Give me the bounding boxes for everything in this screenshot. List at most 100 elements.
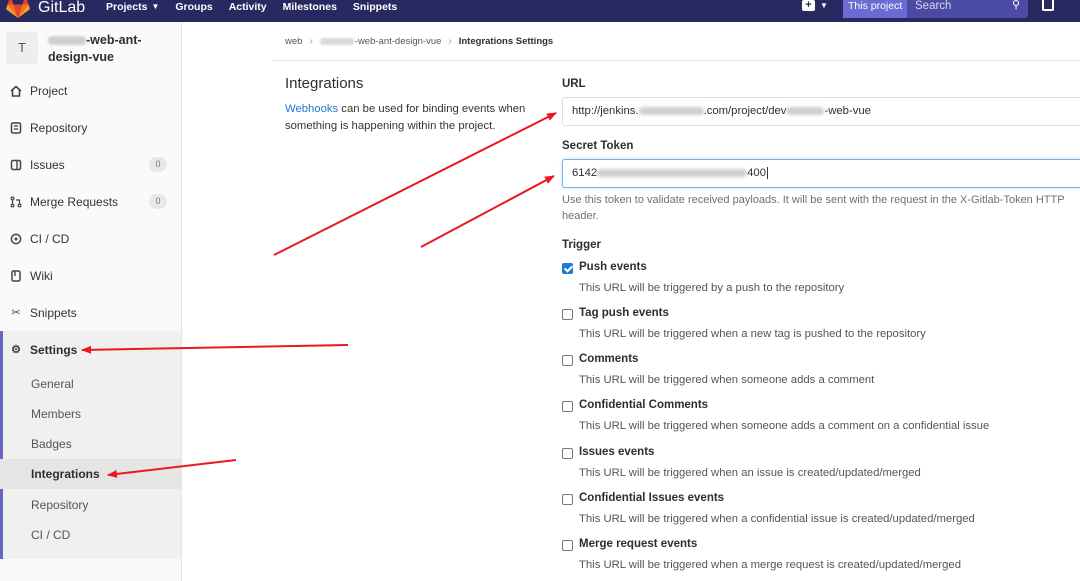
sidebar-sub-general[interactable]: General xyxy=(0,369,181,399)
book-icon xyxy=(10,121,22,134)
sidebar-item-label: Merge Requests xyxy=(30,194,119,209)
sidebar-item-issues[interactable]: Issues 0 xyxy=(0,146,181,183)
sidebar-sub-badges[interactable]: Badges xyxy=(0,429,181,459)
trigger-description: This URL will be triggered when a merge … xyxy=(579,559,961,571)
secret-token-help: Use this token to validate received payl… xyxy=(562,194,1065,222)
push-events-checkbox[interactable] xyxy=(562,263,573,274)
sidebar-item-settings[interactable]: ⚙ Settings xyxy=(0,331,181,368)
trigger-name[interactable]: Push events xyxy=(579,261,647,273)
trigger-description: This URL will be triggered by a push to … xyxy=(579,282,845,294)
breadcrumb-divider xyxy=(273,60,1080,61)
url-input[interactable]: http://jenkins. .com/project/dev -web-vue xyxy=(562,97,1080,126)
url-value-mid: .com/project/dev xyxy=(703,105,787,117)
gear-icon: ⚙ xyxy=(11,344,21,356)
trigger-name[interactable]: Comments xyxy=(579,353,638,365)
main-nav: Projects ▼ Groups Activity Milestones Sni… xyxy=(106,0,413,14)
secret-token-input[interactable]: 6142 400 xyxy=(562,159,1080,188)
confidential-comments-checkbox[interactable] xyxy=(562,401,573,412)
url-value-prefix: http://jenkins. xyxy=(572,105,639,117)
chevron-right-icon: › xyxy=(309,36,313,47)
sidebar-sub-members[interactable]: Members xyxy=(0,399,181,429)
url-label: URL xyxy=(562,78,586,90)
secret-token-label: Secret Token xyxy=(562,140,634,152)
sidebar-sub-repository[interactable]: Repository xyxy=(0,490,181,520)
sidebar-project-header[interactable]: T -web-ant- design-vue xyxy=(0,22,181,72)
trigger-description: This URL will be triggered when a confid… xyxy=(579,513,975,525)
trigger-heading: Trigger xyxy=(562,239,601,251)
issues-icon xyxy=(10,159,22,171)
sidebar-item-label: Issues xyxy=(30,157,65,172)
scissors-icon: ✂ xyxy=(11,307,21,319)
plus-icon: + xyxy=(802,0,815,11)
confidential-issues-events-checkbox[interactable] xyxy=(562,494,573,505)
sidebar-item-label: Project xyxy=(30,83,68,98)
trigger-name[interactable]: Merge request events xyxy=(579,538,697,550)
integrations-description: Webhooks can be used for binding events … xyxy=(285,101,545,135)
trigger-comments: Comments This URL will be triggered when… xyxy=(562,352,1062,392)
search-icon[interactable]: ⚲ xyxy=(1012,0,1020,11)
book-open-icon xyxy=(10,269,22,282)
trigger-confidential-comments: Confidential Comments This URL will be t… xyxy=(562,398,1062,438)
tanuki-icon xyxy=(6,0,30,18)
sidebar-item-wiki[interactable]: Wiki xyxy=(0,257,181,294)
nav-projects-label: Projects xyxy=(106,1,148,13)
breadcrumb-group[interactable]: web xyxy=(285,36,302,47)
project-name: -web-ant- design-vue xyxy=(48,32,168,66)
sidebar-item-project[interactable]: Project xyxy=(0,72,181,109)
chevron-down-icon: ▼ xyxy=(151,2,160,11)
new-dropdown[interactable]: + ▼ xyxy=(802,0,828,11)
issues-events-checkbox[interactable] xyxy=(562,448,573,459)
token-value-end: 400 xyxy=(747,167,766,179)
sidebar-item-label: Settings xyxy=(30,342,78,357)
trigger-name[interactable]: Confidential Comments xyxy=(579,399,708,411)
tag-push-events-checkbox[interactable] xyxy=(562,309,573,320)
trigger-merge-request-events: Merge request events This URL will be tr… xyxy=(562,537,1062,577)
chevron-right-icon: › xyxy=(448,36,452,47)
trigger-description: This URL will be triggered when a new ta… xyxy=(579,328,926,340)
arrow-to-secret-token xyxy=(420,175,555,248)
nav-snippets-label: Snippets xyxy=(352,1,398,13)
merge-request-events-checkbox[interactable] xyxy=(562,540,573,551)
gitlab-logo[interactable]: GitLab xyxy=(6,0,85,19)
sidebar-item-label: Repository xyxy=(30,120,88,135)
nav-snippets[interactable]: Snippets xyxy=(353,0,397,14)
trigger-push-events: Push events This URL will be triggered b… xyxy=(562,260,1062,300)
project-sidebar: T -web-ant- design-vue Project Repositor… xyxy=(0,22,182,581)
merge-requests-count-badge: 0 xyxy=(149,194,167,209)
trigger-name[interactable]: Issues events xyxy=(579,446,654,458)
breadcrumb-current[interactable]: Integrations Settings xyxy=(459,36,553,47)
token-value-start: 6142 xyxy=(572,167,598,179)
todo-icon[interactable] xyxy=(1042,0,1054,11)
sidebar-item-merge-requests[interactable]: Merge Requests 0 xyxy=(0,183,181,220)
comments-checkbox[interactable] xyxy=(562,355,573,366)
search-scope[interactable]: This project xyxy=(843,0,907,18)
redacted-text xyxy=(48,36,86,46)
redacted-text xyxy=(597,169,748,178)
trigger-description: This URL will be triggered when someone … xyxy=(579,374,875,386)
top-navbar: GitLab Projects ▼ Groups Activity Milesto… xyxy=(0,0,1080,22)
chevron-down-icon: ▼ xyxy=(820,1,828,10)
sidebar-item-repository[interactable]: Repository xyxy=(0,109,181,146)
trigger-name[interactable]: Tag push events xyxy=(579,307,669,319)
sidebar-sub-integrations[interactable]: Integrations xyxy=(0,459,181,489)
breadcrumb-project[interactable]: -web-ant-design-vue xyxy=(319,36,441,47)
nav-milestones[interactable]: Milestones xyxy=(283,0,337,14)
webhooks-link[interactable]: Webhooks xyxy=(285,103,338,115)
sidebar-item-label: Wiki xyxy=(30,268,53,283)
nav-activity[interactable]: Activity xyxy=(229,0,267,14)
nav-projects[interactable]: Projects ▼ xyxy=(106,0,159,14)
search-input[interactable]: Search xyxy=(907,0,1028,18)
search-box[interactable]: This project Search ⚲ xyxy=(843,0,1028,18)
merge-request-icon xyxy=(10,196,22,208)
trigger-name[interactable]: Confidential Issues events xyxy=(579,492,724,504)
trigger-issues-events: Issues events This URL will be triggered… xyxy=(562,445,1062,485)
trigger-description: This URL will be triggered when an issue… xyxy=(579,467,921,479)
nav-milestones-label: Milestones xyxy=(282,1,337,13)
sidebar-item-ci-cd[interactable]: CI / CD xyxy=(0,220,181,257)
sidebar-item-snippets[interactable]: ✂ Snippets xyxy=(0,294,181,331)
nav-groups[interactable]: Groups xyxy=(175,0,212,14)
breadcrumb: web › -web-ant-design-vue › Integrations… xyxy=(285,36,553,47)
home-icon xyxy=(10,84,22,97)
brand-name: GitLab xyxy=(38,0,86,16)
sidebar-sub-ci-cd[interactable]: CI / CD xyxy=(0,520,181,550)
